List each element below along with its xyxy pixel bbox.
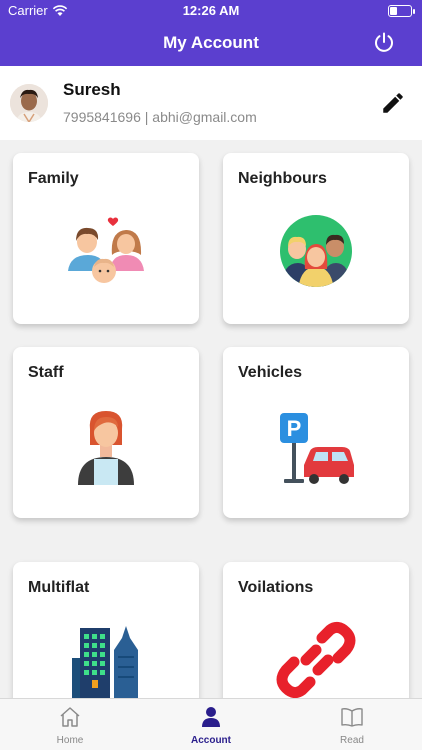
tab-label: Read [340,735,364,746]
status-bar: Carrier 12:26 AM [0,0,422,22]
neighbours-icon [280,215,352,287]
tab-account[interactable]: Account [141,699,281,750]
home-icon [60,707,80,727]
vehicle-parking-icon: P [280,413,354,484]
battery-fill [390,7,397,15]
battery-icon [388,5,415,17]
profile-contact: 7995841696 | abhi@gmail.com [63,109,257,125]
tab-home[interactable]: Home [0,699,140,750]
pencil-icon[interactable] [380,90,406,116]
card-label: Family [28,170,79,187]
card-label: Voilations [238,579,314,596]
card-label: Staff [28,364,64,381]
tab-label: Home [56,735,84,746]
tab-bar: Home Account Read [0,698,422,750]
broken-link-icon [276,621,356,699]
page-title: My Account [163,33,259,52]
card-staff[interactable]: Staff [13,347,199,518]
svg-text:P: P [287,416,302,441]
profile-name: Suresh [63,80,121,99]
person-icon [202,707,220,727]
card-label: Multiflat [28,579,90,596]
card-neighbours[interactable]: Neighbours [223,153,409,324]
card-vehicles[interactable]: Vehicles P [223,347,409,518]
power-icon[interactable] [372,31,396,55]
book-icon [341,708,363,727]
tab-read[interactable]: Read [282,699,422,750]
card-label: Neighbours [238,170,327,187]
card-label: Vehicles [238,364,303,381]
family-icon [68,217,144,283]
tab-label: Account [191,735,231,746]
status-time: 12:26 AM [182,3,240,18]
avatar[interactable] [10,84,48,122]
profile-section: Suresh 7995841696 | abhi@gmail.com [0,66,422,140]
avatar-image [10,84,48,122]
building-icon [72,626,138,700]
app-header: Carrier 12:26 AM My Account [0,0,422,66]
card-family[interactable]: Family [13,153,199,324]
staff-icon [78,411,134,485]
